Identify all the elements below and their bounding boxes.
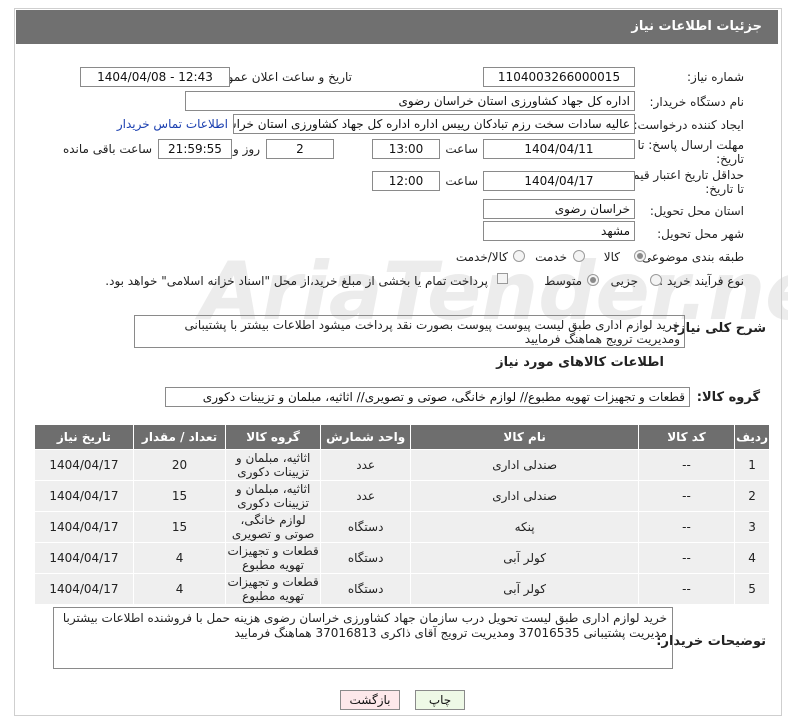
cell-index: 1 <box>734 449 770 481</box>
col-header-unit: واحد شمارش <box>319 424 412 450</box>
category-option-service: خدمت <box>535 250 567 264</box>
table-row: 2 -- صندلی اداری عدد اثاثیه، مبلمان و تز… <box>34 480 770 512</box>
col-header-date: تاریخ نیاز <box>34 424 134 450</box>
category-option-goods: کالا <box>603 250 620 264</box>
category-label: طبقه بندی موضوعی: <box>637 250 744 264</box>
validity-label-1: حداقل تاریخ اعتبار قیمت: <box>617 168 744 182</box>
treasury-checkbox[interactable] <box>497 273 508 284</box>
cell-group: لوازم خانگی، صوتی و تصویری <box>225 511 321 543</box>
cell-name: پنکه <box>410 511 639 543</box>
cell-group: قطعات و تجهیزات تهویه مطبوع <box>225 573 321 605</box>
buyer-notes-field: خرید لوازم اداری طبق لیست تحویل درب سازم… <box>53 607 673 669</box>
table-row: 3 -- پنکه دستگاه لوازم خانگی، صوتی و تصو… <box>34 511 770 543</box>
col-header-name: نام کالا <box>410 424 639 450</box>
goods-section-title: اطلاعات کالاهای مورد نیاز <box>496 355 664 370</box>
deadline-label-2: تاریخ: <box>716 152 744 166</box>
cell-unit: عدد <box>319 449 412 481</box>
cell-qty: 15 <box>132 511 227 543</box>
description-field: خرید لوازم اداری طبق لیست پیوست پیوست بص… <box>134 315 685 348</box>
table-header-row: ردیف کد کالا نام کالا واحد شمارش گروه کا… <box>34 424 770 450</box>
page-title: جزئیات اطلاعات نیاز <box>631 19 762 34</box>
category-radio-goods[interactable] <box>634 250 646 262</box>
goods-group-field: قطعات و تجهیزات تهویه مطبوع// لوازم خانگ… <box>165 387 690 407</box>
items-table: ردیف کد کالا نام کالا واحد شمارش گروه کا… <box>34 424 770 605</box>
cell-unit: دستگاه <box>319 542 412 574</box>
cell-unit: دستگاه <box>319 511 412 543</box>
city-field: مشهد <box>483 221 635 241</box>
creator-label: ایجاد کننده درخواست: <box>633 118 744 132</box>
cell-code: -- <box>637 480 736 512</box>
cell-qty: 4 <box>132 542 227 574</box>
days-field: 2 <box>266 139 334 159</box>
cell-unit: دستگاه <box>319 573 412 605</box>
contact-buyer-link[interactable]: اطلاعات تماس خریدار <box>117 117 228 131</box>
print-button[interactable]: چاپ <box>415 690 465 710</box>
province-field: خراسان رضوی <box>483 199 635 219</box>
deadline-time-field: 13:00 <box>372 139 440 159</box>
process-radio-medium[interactable] <box>587 274 599 286</box>
cell-index: 4 <box>734 542 770 574</box>
cell-code: -- <box>637 542 736 574</box>
need-number-label: شماره نیاز: <box>687 70 744 84</box>
col-header-group: گروه کالا <box>225 424 321 450</box>
validity-date-field: 1404/04/17 <box>483 171 635 191</box>
description-label: شرح کلی نیاز: <box>672 321 766 336</box>
cell-date: 1404/04/17 <box>34 511 134 543</box>
need-number-field: 1104003266000015 <box>483 67 635 87</box>
validity-time-label: ساعت <box>445 174 478 188</box>
cell-date: 1404/04/17 <box>34 480 134 512</box>
cell-name: کولر آبی <box>410 542 639 574</box>
creator-field: عالیه سادات سخت رزم تبادکان رییس اداره ا… <box>233 114 635 134</box>
cell-name: صندلی اداری <box>410 480 639 512</box>
cell-date: 1404/04/17 <box>34 542 134 574</box>
payment-note: پرداخت تمام یا بخشی از مبلغ خرید،از محل … <box>105 274 488 288</box>
process-option-medium: متوسط <box>544 274 582 288</box>
back-button[interactable]: بازگشت <box>340 690 400 710</box>
cell-code: -- <box>637 573 736 605</box>
col-header-index: ردیف <box>734 424 770 450</box>
header-bar: جزئیات اطلاعات نیاز <box>16 10 778 44</box>
col-header-code: کد کالا <box>637 424 736 450</box>
cell-group: اثاثیه، مبلمان و تزیینات دکوری <box>225 449 321 481</box>
cell-code: -- <box>637 449 736 481</box>
cell-index: 3 <box>734 511 770 543</box>
table-row: 4 -- کولر آبی دستگاه قطعات و تجهیزات تهو… <box>34 542 770 574</box>
category-option-both: کالا/خدمت <box>455 250 508 264</box>
buyer-org-field: اداره کل جهاد کشاورزی استان خراسان رضوی <box>185 91 635 111</box>
cell-name: صندلی اداری <box>410 449 639 481</box>
deadline-time-label: ساعت <box>445 142 478 156</box>
table-row: 1 -- صندلی اداری عدد اثاثیه، مبلمان و تز… <box>34 449 770 481</box>
deadline-label-1: مهلت ارسال پاسخ: تا <box>637 138 744 152</box>
remaining-time-field: 21:59:55 <box>158 139 232 159</box>
cell-date: 1404/04/17 <box>34 449 134 481</box>
cell-group: اثاثیه، مبلمان و تزیینات دکوری <box>225 480 321 512</box>
cell-qty: 15 <box>132 480 227 512</box>
process-label: نوع فرآیند خرید : <box>659 274 744 288</box>
table-row: 5 -- کولر آبی دستگاه قطعات و تجهیزات تهو… <box>34 573 770 605</box>
province-label: استان محل تحویل: <box>649 204 744 218</box>
cell-index: 5 <box>734 573 770 605</box>
cell-date: 1404/04/17 <box>34 573 134 605</box>
goods-group-label: گروه کالا: <box>696 390 760 405</box>
cell-name: کولر آبی <box>410 573 639 605</box>
process-option-minor: جزیی <box>610 274 638 288</box>
announce-field: 1404/04/08 - 12:43 <box>80 67 230 87</box>
category-radio-both[interactable] <box>513 250 525 262</box>
category-radio-service[interactable] <box>573 250 585 262</box>
validity-time-field: 12:00 <box>372 171 440 191</box>
days-label: روز و <box>233 142 260 156</box>
col-header-qty: تعداد / مقدار <box>132 424 227 450</box>
validity-label-2: تا تاریخ: <box>705 182 744 196</box>
process-radio-minor[interactable] <box>650 274 662 286</box>
city-label: شهر محل تحویل: <box>657 227 744 241</box>
cell-index: 2 <box>734 480 770 512</box>
buyer-org-label: نام دستگاه خریدار: <box>649 95 745 109</box>
cell-qty: 20 <box>132 449 227 481</box>
remaining-label: ساعت باقی مانده <box>62 142 152 156</box>
cell-group: قطعات و تجهیزات تهویه مطبوع <box>225 542 321 574</box>
cell-code: -- <box>637 511 736 543</box>
cell-qty: 4 <box>132 573 227 605</box>
cell-unit: عدد <box>319 480 412 512</box>
deadline-date-field: 1404/04/11 <box>483 139 635 159</box>
